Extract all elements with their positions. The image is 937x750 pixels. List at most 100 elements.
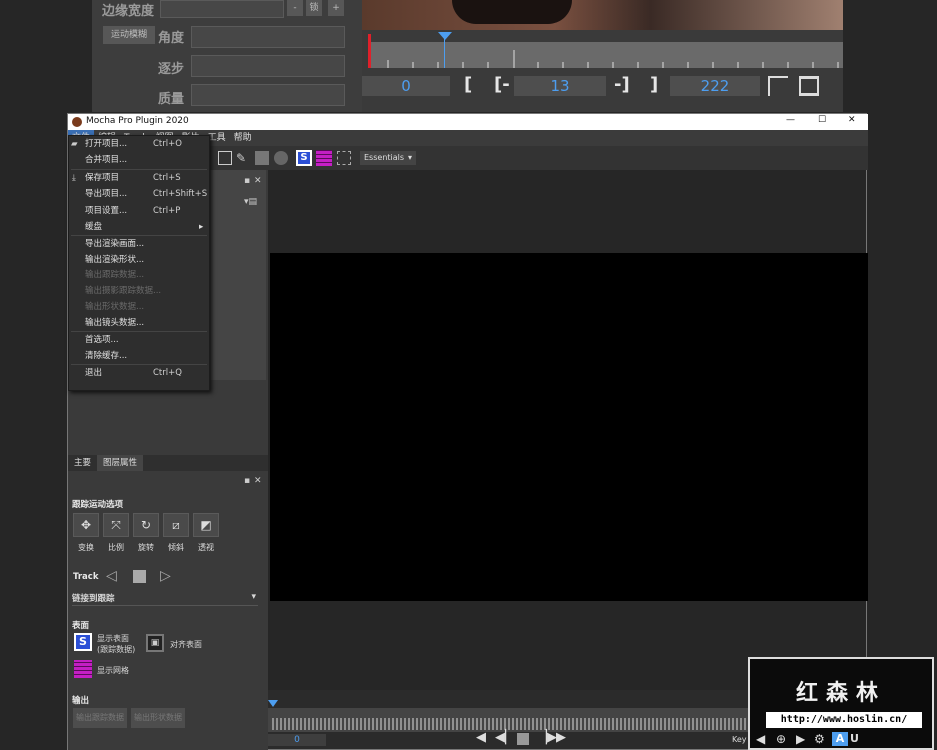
maximize-button[interactable]: ☐ <box>818 115 826 125</box>
edge-width-input[interactable] <box>160 0 284 18</box>
track-forward-icon[interactable]: ▷ <box>160 568 171 584</box>
autokey-a-icon[interactable]: A <box>832 732 848 746</box>
menu-item-label: 退出 <box>85 368 103 378</box>
grid-tool-icon[interactable] <box>316 150 332 166</box>
edge-width-label: 边缘宽度 <box>102 4 155 19</box>
prev-key-icon[interactable]: ◀ <box>756 732 765 746</box>
transform-tool-icon[interactable] <box>218 151 232 165</box>
export-tracking-button[interactable]: 输出跟踪数据 <box>73 708 127 728</box>
menu-export-render[interactable]: 导出渲染画面... <box>69 236 209 252</box>
show-grid-label: 显示网格 <box>97 666 129 675</box>
play-backward-icon[interactable]: ◀ <box>476 730 486 745</box>
workspace-select[interactable]: Essentials ▾ <box>360 151 416 165</box>
out-timecode[interactable]: 222 <box>670 76 760 96</box>
go-in-bracket[interactable]: [- <box>494 74 510 95</box>
watermark-url: http://www.hoslin.cn/ <box>766 712 922 728</box>
menu-item-shortcut: Ctrl+S <box>153 173 181 183</box>
workspace-select-value: Essentials <box>364 153 405 162</box>
set-out-bracket[interactable]: ] <box>650 74 658 95</box>
next-key-icon[interactable]: ▶ <box>796 732 805 746</box>
panel-tabs: 主要 图层属性 <box>68 455 268 471</box>
set-in-bracket[interactable]: [ <box>464 74 472 95</box>
menu-open-project[interactable]: ▰ 打开项目... Ctrl+O <box>69 136 209 152</box>
close-button[interactable]: ✕ <box>848 115 856 125</box>
add-key-icon[interactable]: ⊕ <box>776 732 786 746</box>
host-time-ruler[interactable] <box>368 32 843 68</box>
link-chevron-down-icon: ▾ <box>251 592 256 602</box>
menu-item-label: 输出摄影跟踪数据... <box>85 286 162 296</box>
export-shape-button[interactable]: 输出形状数据 <box>131 708 185 728</box>
float-icon[interactable]: ▪ <box>244 176 250 186</box>
props-float-icon[interactable]: ▪ <box>244 476 250 486</box>
trim-in-icon[interactable] <box>768 76 788 96</box>
motion-blur-button[interactable]: 运动模糊 <box>103 26 155 44</box>
tab-main[interactable]: 主要 <box>68 455 97 471</box>
menu-item-label: 合并项目... <box>85 155 128 165</box>
minus-button[interactable]: - <box>287 0 303 16</box>
props-close-icon[interactable]: ✕ <box>254 476 262 486</box>
menu-item-label: 输出渲染形状... <box>85 255 145 265</box>
show-surface-icon[interactable]: S <box>74 633 92 651</box>
x-spline-tool-icon[interactable] <box>255 151 269 165</box>
menu-merge-project[interactable]: 合并项目... <box>69 152 209 168</box>
fit-view-icon[interactable] <box>337 151 351 165</box>
panel-close-icon[interactable]: ✕ <box>254 176 262 186</box>
menu-cache[interactable]: 缓盘 ▸ <box>69 219 209 235</box>
menu-item-shortcut: Ctrl+P <box>153 206 181 216</box>
shear-icon: ⧄ <box>172 518 180 532</box>
shear-button[interactable]: ⧄ <box>163 513 189 537</box>
in-timecode[interactable]: 0 <box>362 76 450 96</box>
perspective-button[interactable]: ◩ <box>193 513 219 537</box>
menu-project-settings[interactable]: 项目设置... Ctrl+P <box>69 203 209 219</box>
step-backward-icon[interactable]: ◀▏ <box>495 730 515 745</box>
menu-preferences[interactable]: 首选项... <box>69 332 209 348</box>
go-out-bracket[interactable]: -] <box>614 74 630 95</box>
menu-exit[interactable]: 退出 Ctrl+Q <box>69 365 209 381</box>
autokey-u-icon[interactable]: U <box>850 732 859 745</box>
surface-section-title: 表面 <box>72 621 90 631</box>
bezier-tool-icon[interactable] <box>274 151 288 165</box>
duration-timecode[interactable]: 13 <box>514 76 606 96</box>
delete-key-icon[interactable]: ⚙ <box>814 732 825 746</box>
step-input[interactable] <box>191 55 345 77</box>
angle-input[interactable] <box>191 26 345 48</box>
menu-item-label: 保存项目 <box>85 173 120 183</box>
stop-icon[interactable] <box>517 733 529 745</box>
menu-save-project[interactable]: ⤓ 保存项目 Ctrl+S <box>69 170 209 186</box>
move-icon: ✥ <box>80 518 92 532</box>
submenu-arrow-icon: ▸ <box>199 222 204 232</box>
minimize-button[interactable]: — <box>786 115 795 125</box>
track-stop-icon[interactable] <box>133 570 146 583</box>
rotate-button[interactable]: ↻ <box>133 513 159 537</box>
track-backward-icon[interactable]: ◁ <box>106 568 117 584</box>
menu-help[interactable]: 帮助 <box>230 130 256 146</box>
play-forward-icon[interactable]: ▶ <box>556 730 566 745</box>
step-forward-icon[interactable]: ▕▶ <box>537 730 557 745</box>
window-title: Mocha Pro Plugin 2020 <box>86 116 189 126</box>
viewer-canvas[interactable] <box>270 253 868 601</box>
scale-label: 比例 <box>108 543 124 552</box>
timeline-playhead-icon[interactable] <box>268 700 278 707</box>
menu-export-shape: 输出形状数据... <box>69 299 209 315</box>
menu-export-render-shape[interactable]: 输出渲染形状... <box>69 252 209 268</box>
layer-options-icon[interactable]: ▾▤ <box>244 197 257 207</box>
link-to-track-select[interactable]: 链接到跟踪 ▾ <box>72 592 258 606</box>
quality-input[interactable] <box>191 84 345 106</box>
translate-button[interactable]: ✥ <box>73 513 99 537</box>
align-surface-icon[interactable]: ▣ <box>146 634 164 652</box>
plus-button[interactable]: + <box>328 0 344 16</box>
perspective-icon: ◩ <box>200 518 212 532</box>
in-point-marker[interactable] <box>368 34 371 68</box>
menu-clear-cache[interactable]: 清除缓存... <box>69 348 209 364</box>
show-grid-icon[interactable] <box>74 660 92 678</box>
tab-layer-props[interactable]: 图层属性 <box>97 455 144 471</box>
scale-button[interactable]: ⤧ <box>103 513 129 537</box>
brush-tool-icon[interactable]: ✎ <box>236 151 250 165</box>
current-frame-field[interactable]: 0 <box>268 734 326 746</box>
lock-button[interactable]: 锁 <box>306 0 322 16</box>
trim-out-icon[interactable] <box>799 76 819 96</box>
surface-tool-icon[interactable]: S <box>296 150 312 166</box>
menu-export-lens[interactable]: 输出镜头数据... <box>69 315 209 331</box>
menu-export-project[interactable]: 导出项目... Ctrl+Shift+S <box>69 186 209 202</box>
playhead-handle-icon[interactable] <box>438 32 452 40</box>
